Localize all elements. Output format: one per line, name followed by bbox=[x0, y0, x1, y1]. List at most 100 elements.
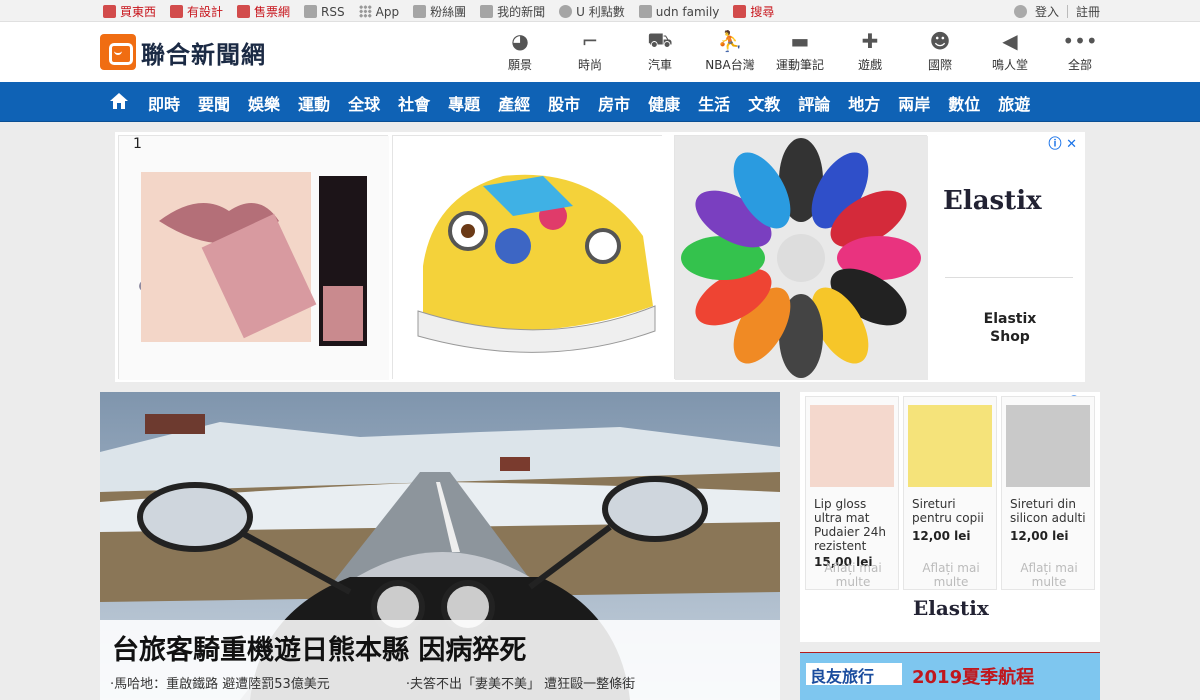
top-link[interactable]: 粉絲團 bbox=[413, 3, 466, 20]
high-heel-icon: ⌐ bbox=[581, 29, 599, 53]
site-logo-text[interactable]: 聯合新聞網 bbox=[141, 35, 266, 70]
ad-shop-line1: Elastix bbox=[983, 311, 1037, 327]
top-link[interactable]: 搜尋 bbox=[733, 3, 774, 20]
nav-item[interactable]: 生活 bbox=[698, 91, 730, 115]
udn-logo-icon[interactable] bbox=[100, 34, 136, 70]
product-price: 12,00 lei bbox=[1010, 529, 1069, 543]
top-link[interactable]: udn family bbox=[638, 3, 719, 20]
top-link[interactable]: U 利點數 bbox=[559, 3, 625, 20]
top-link[interactable]: 我的新聞 bbox=[480, 3, 545, 20]
side-ad[interactable]: ⓘ ✕ Lip gloss ultra mat Pudaier 24h rezi… bbox=[800, 392, 1100, 642]
product-card[interactable]: Lip gloss ultra mat Pudaier 24h rezisten… bbox=[805, 396, 899, 590]
inbox-icon bbox=[480, 5, 494, 18]
top-link-label: 售票網 bbox=[254, 5, 291, 19]
nav-item[interactable]: 地方 bbox=[848, 91, 880, 115]
top-links: 買東西 有設計 售票網 RSS App 粉絲團 我的新聞 U 利點數 udn family 搜尋 bbox=[103, 3, 774, 20]
learn-more-link[interactable]: Aflați mai multe bbox=[904, 561, 998, 589]
top-link[interactable]: App bbox=[358, 3, 400, 20]
channel-link[interactable]: ◕ 願景 bbox=[485, 26, 555, 80]
ad-brand-logo[interactable]: Elastix bbox=[913, 596, 989, 620]
nav-item[interactable]: 即時 bbox=[148, 91, 180, 115]
hero-sub-link[interactable]: ·夫答不出「妻美不美」 遭狂毆一整條街 bbox=[406, 673, 635, 692]
nav-item[interactable]: 產經 bbox=[498, 91, 530, 115]
nav-item[interactable]: 全球 bbox=[348, 91, 380, 115]
channel-link[interactable]: ✚ 遊戲 bbox=[835, 26, 905, 80]
ticket-icon bbox=[237, 5, 251, 18]
ad-panel-laces[interactable] bbox=[674, 135, 928, 380]
product-card[interactable]: Sireturi din silicon adulti 12,00 lei Af… bbox=[1001, 396, 1095, 590]
top-link[interactable]: 買東西 bbox=[103, 3, 156, 20]
top-link-label: 買東西 bbox=[120, 5, 157, 19]
nav-item[interactable]: 房市 bbox=[598, 91, 630, 115]
product-image bbox=[810, 405, 894, 487]
top-link-label: 有設計 bbox=[187, 5, 224, 19]
ad-panel-sneaker[interactable] bbox=[392, 135, 663, 380]
top-link-label: U 利點數 bbox=[576, 5, 625, 19]
nav-links: 即時 要聞 娛樂 運動 全球 社會 專題 產經 股市 房市 健康 生活 文教 評論 地方 兩岸 數位 旅遊 bbox=[148, 91, 1030, 115]
nav-item[interactable]: 娛樂 bbox=[248, 91, 280, 115]
top-link[interactable]: 售票網 bbox=[237, 3, 290, 20]
channel-link[interactable]: ⌐ 時尚 bbox=[555, 26, 625, 80]
grid-icon bbox=[358, 5, 372, 18]
ad-panel-lipstick[interactable] bbox=[118, 135, 389, 380]
nav-item[interactable]: 要聞 bbox=[198, 91, 230, 115]
channel-link[interactable]: ⛹ NBA台灣 bbox=[695, 26, 765, 80]
ad-shop-name[interactable]: Elastix Shop bbox=[960, 310, 1060, 346]
nav-item[interactable]: 評論 bbox=[798, 91, 830, 115]
product-card[interactable]: Sireturi pentru copii 12,00 lei Aflați m… bbox=[903, 396, 997, 590]
banner-ad[interactable]: ⓘ ✕ 1 Elastix Elastix Shop bbox=[115, 132, 1085, 382]
top-link-label: App bbox=[375, 4, 400, 19]
globe-hand-icon: ◕ bbox=[511, 29, 529, 53]
ad-brand-logo[interactable]: Elastix bbox=[943, 186, 1042, 216]
lipstick-product-image bbox=[119, 136, 389, 380]
nav-item[interactable]: 兩岸 bbox=[898, 91, 930, 115]
nav-item[interactable]: 專題 bbox=[448, 91, 480, 115]
nav-item[interactable]: 社會 bbox=[398, 91, 430, 115]
channel-label: NBA台灣 bbox=[705, 58, 755, 72]
register-link[interactable]: 註冊 bbox=[1076, 3, 1100, 20]
divider bbox=[945, 277, 1073, 278]
learn-more-link[interactable]: Aflați mai multe bbox=[1002, 561, 1096, 589]
product-image bbox=[908, 405, 992, 487]
travel-ad[interactable]: 良友旅行 2019夏季航程 bbox=[800, 652, 1100, 700]
top-utility-bar: 買東西 有設計 售票網 RSS App 粉絲團 我的新聞 U 利點數 udn family 搜尋 … bbox=[0, 0, 1200, 22]
minion-sneaker-image bbox=[393, 136, 663, 380]
channel-link[interactable]: ◀ 鳴人堂 bbox=[975, 26, 1045, 80]
hero-sub-link[interactable]: ·馬哈地：重啟鐵路 避遭陸罰53億美元 bbox=[110, 673, 330, 692]
ad-close-icon[interactable]: ✕ bbox=[1066, 137, 1077, 152]
rss-icon bbox=[304, 5, 318, 18]
channel-label: 鳴人堂 bbox=[991, 58, 1028, 72]
login-link[interactable]: 登入 bbox=[1035, 3, 1059, 20]
channel-icons: ◕ 願景 ⌐ 時尚 ⛟ 汽車 ⛹ NBA台灣 ▬ 運動筆記 ✚ 遊戲 ☻ 國際 ◀ 鳴人堂 ••• 全部 bbox=[485, 26, 1115, 80]
gamepad-icon: ✚ bbox=[861, 29, 879, 53]
product-title: Lip gloss ultra mat Pudaier 24h rezisten… bbox=[814, 497, 886, 553]
nav-item[interactable]: 數位 bbox=[948, 91, 980, 115]
face-icon: ☻ bbox=[929, 29, 951, 53]
nav-item[interactable]: 健康 bbox=[648, 91, 680, 115]
top-link[interactable]: RSS bbox=[304, 3, 345, 20]
channel-label: 願景 bbox=[507, 58, 532, 72]
channel-link[interactable]: ••• 全部 bbox=[1045, 26, 1115, 80]
ad-choices[interactable]: ⓘ ✕ bbox=[1049, 133, 1077, 152]
ad-shop-line2: Shop bbox=[990, 329, 1030, 345]
nav-item[interactable]: 運動 bbox=[298, 91, 330, 115]
sitemap-icon bbox=[638, 5, 652, 18]
channel-label: 遊戲 bbox=[857, 58, 882, 72]
home-icon[interactable] bbox=[110, 93, 128, 109]
megaphone-icon: ◀ bbox=[1002, 29, 1018, 53]
top-link[interactable]: 有設計 bbox=[170, 3, 223, 20]
channel-link[interactable]: ▬ 運動筆記 bbox=[765, 26, 835, 80]
hero-sub-links: ·馬哈地：重啟鐵路 避遭陸罰53億美元 ·夫答不出「妻美不美」 遭狂毆一整條街 bbox=[110, 673, 635, 692]
channel-link[interactable]: ☻ 國際 bbox=[905, 26, 975, 80]
hero-headline[interactable]: 台旅客騎重機遊日熊本縣 因病猝死 bbox=[112, 628, 526, 667]
sneaker-icon: ▬ bbox=[790, 29, 810, 53]
facebook-icon bbox=[413, 5, 427, 18]
channel-link[interactable]: ⛟ 汽車 bbox=[625, 26, 695, 80]
nav-item[interactable]: 股市 bbox=[548, 91, 580, 115]
nav-item[interactable]: 旅遊 bbox=[998, 91, 1030, 115]
ad-info-icon[interactable]: ⓘ bbox=[1049, 137, 1062, 152]
learn-more-link[interactable]: Aflați mai multe bbox=[806, 561, 900, 589]
nav-item[interactable]: 文教 bbox=[748, 91, 780, 115]
divider bbox=[1066, 5, 1068, 18]
hero-story[interactable]: 台旅客騎重機遊日熊本縣 因病猝死 ·馬哈地：重啟鐵路 避遭陸罰53億美元 ·夫答… bbox=[100, 392, 780, 700]
